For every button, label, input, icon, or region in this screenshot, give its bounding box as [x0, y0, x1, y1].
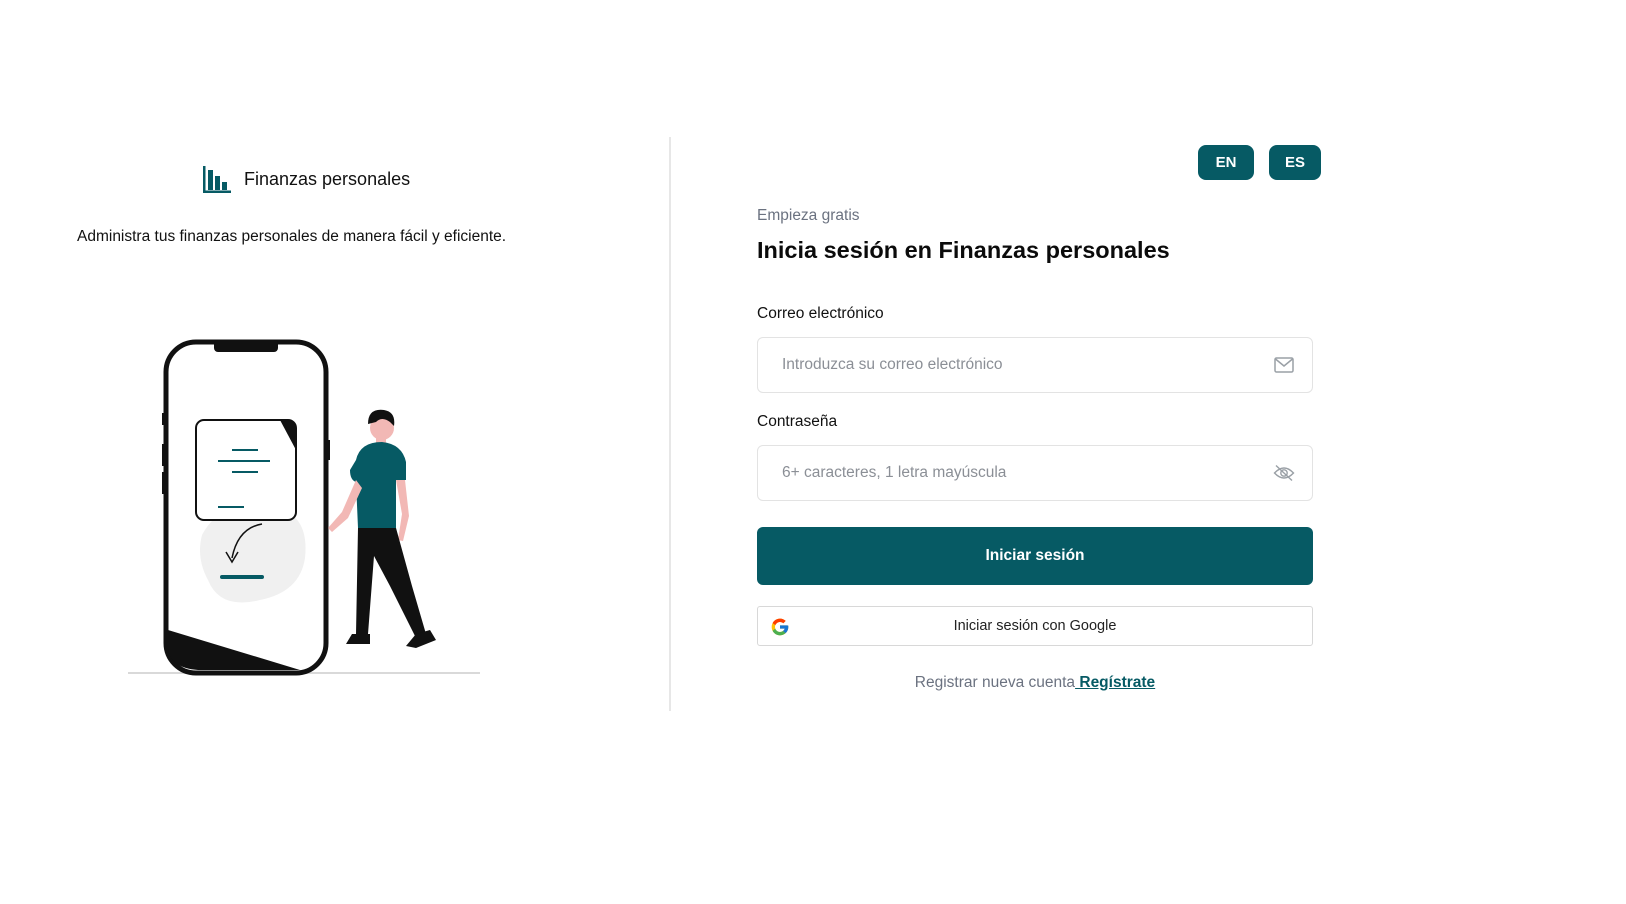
google-sign-in-button[interactable]: Iniciar sesión con Google [757, 606, 1313, 646]
password-placeholder[interactable]: 6+ caracteres, 1 letra mayúscula [758, 464, 1272, 482]
phone-person-illustration [120, 330, 490, 685]
email-placeholder[interactable]: Introduzca su correo electrónico [758, 356, 1272, 374]
envelope-icon [1272, 353, 1296, 377]
password-field[interactable]: 6+ caracteres, 1 letra mayúscula [757, 445, 1313, 501]
google-icon [770, 617, 790, 642]
bar-chart-icon [202, 164, 232, 194]
brand: Finanzas personales [202, 164, 410, 194]
eyebrow-text: Empieza gratis [757, 207, 860, 224]
sign-in-button[interactable]: Iniciar sesión [757, 527, 1313, 585]
google-sign-in-label: Iniciar sesión con Google [953, 618, 1117, 634]
login-page: Finanzas personales Administra tus finan… [0, 0, 1626, 904]
register-text: Registrar nueva cuenta [914, 674, 1076, 691]
register-link[interactable]: Regístrate [1075, 674, 1155, 691]
email-label: Correo electrónico [757, 305, 884, 322]
page-title: Inicia sesión en Finanzas personales [757, 237, 1170, 263]
language-en-button[interactable]: EN [1198, 145, 1254, 180]
register-prompt: Registrar nueva cuenta Regístrate [757, 674, 1313, 692]
language-es-button[interactable]: ES [1269, 145, 1321, 180]
brand-name: Finanzas personales [244, 168, 411, 189]
password-label: Contraseña [757, 413, 838, 430]
left-panel: Finanzas personales Administra tus finan… [0, 0, 670, 904]
email-field[interactable]: Introduzca su correo electrónico [757, 337, 1313, 393]
eye-off-icon[interactable] [1272, 461, 1296, 485]
panel-divider [669, 137, 671, 711]
tagline: Administra tus finanzas personales de ma… [77, 228, 507, 245]
